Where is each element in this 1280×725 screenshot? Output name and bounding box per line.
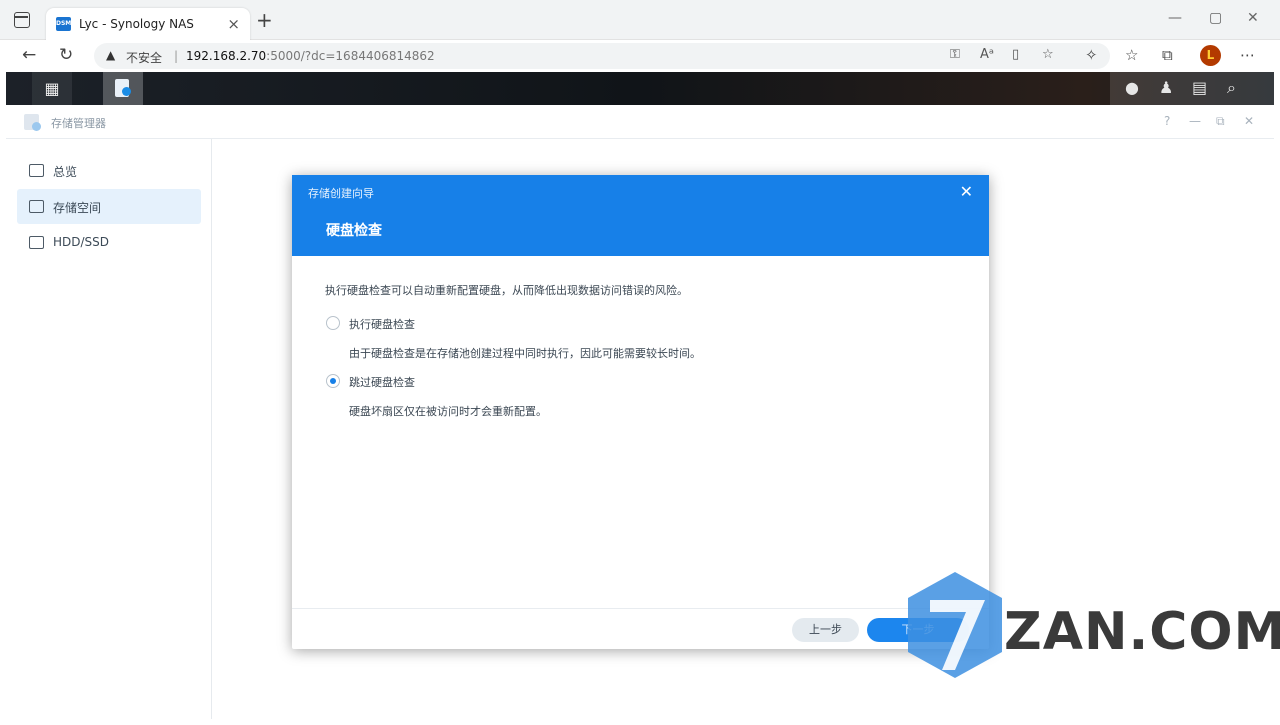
step-title: 硬盘检查: [326, 223, 382, 239]
wizard-title: 存储创建向导: [308, 187, 374, 200]
overview-icon: [29, 164, 44, 177]
url-path: :5000/?dc=1684406814862: [266, 49, 435, 63]
help-icon[interactable]: ?: [1164, 114, 1170, 128]
extensions-icon[interactable]: ✧: [1085, 46, 1098, 64]
browser-tabstrip: DSM Lyc - Synology NAS × + — ▢ ✕: [0, 0, 1280, 40]
address-separator: |: [174, 49, 179, 63]
read-aloud-icon[interactable]: Aᵃ: [980, 47, 994, 62]
url-text: 192.168.2.70:5000/?dc=1684406814862: [186, 49, 435, 63]
dialog-header: 存储创建向导 ✕ 硬盘检查: [292, 175, 989, 256]
reader-view-icon[interactable]: ▯: [1012, 47, 1019, 62]
profile-avatar[interactable]: L: [1200, 45, 1221, 66]
dsm-tray: ● ♟ ▤ ⌕: [1110, 72, 1274, 105]
watermark-text: ZAN.COM: [1004, 602, 1280, 662]
browser-tab[interactable]: DSM Lyc - Synology NAS ×: [46, 8, 250, 40]
collections-icon[interactable]: ⧉: [1162, 46, 1173, 64]
app-minimize-icon[interactable]: —: [1189, 114, 1201, 128]
previous-button[interactable]: 上一步: [792, 618, 859, 642]
tab-close-icon[interactable]: ×: [227, 15, 240, 33]
minimize-icon[interactable]: —: [1168, 10, 1182, 26]
tab-title: Lyc - Synology NAS: [79, 17, 194, 31]
sidebar-item-label: 总览: [53, 165, 78, 179]
main-menu-icon[interactable]: ▦: [32, 72, 72, 105]
tab-actions-icon[interactable]: [14, 12, 30, 28]
hdd-icon: [29, 236, 44, 249]
storage-wizard-dialog: 存储创建向导 ✕ 硬盘检查 执行硬盘检查可以自动重新配置硬盘，从而降低出现数据访…: [292, 175, 989, 649]
sidebar-item-storage[interactable]: 存储空间: [17, 189, 201, 224]
security-label: 不安全: [126, 51, 163, 65]
dsm-taskbar: ▦ ● ♟ ▤ ⌕: [6, 72, 1274, 105]
url-host: 192.168.2.70: [186, 49, 267, 63]
notification-icon[interactable]: ●: [1125, 78, 1139, 97]
refresh-icon[interactable]: ↻: [59, 45, 73, 65]
favorites-icon[interactable]: ☆: [1125, 46, 1138, 64]
sidebar-item-overview[interactable]: 总览: [17, 153, 201, 188]
step-description: 执行硬盘检查可以自动重新配置硬盘，从而降低出现数据访问错误的风险。: [325, 284, 688, 297]
watermark-logo-icon: [908, 572, 1002, 678]
favorite-add-icon[interactable]: ☆: [1042, 47, 1054, 62]
window-close-icon[interactable]: ✕: [1247, 10, 1259, 26]
storage-icon: [29, 200, 44, 213]
watermark: ZAN.COM: [900, 570, 1280, 680]
sidebar-item-label: HDD/SSD: [53, 235, 110, 249]
key-icon[interactable]: ⚿: [950, 47, 960, 62]
user-icon[interactable]: ♟: [1159, 78, 1173, 97]
dialog-footer-divider: [292, 608, 989, 609]
storage-manager-icon: [24, 114, 41, 131]
maximize-icon[interactable]: ▢: [1209, 10, 1222, 26]
sidebar-item-hdd-ssd[interactable]: HDD/SSD: [17, 225, 201, 260]
sidebar-item-label: 存储空间: [53, 201, 102, 215]
dialog-close-icon[interactable]: ✕: [960, 182, 973, 201]
app-close-icon[interactable]: ✕: [1244, 114, 1254, 128]
address-bar[interactable]: ▲ 不安全 | 192.168.2.70:5000/?dc=1684406814…: [94, 43, 1110, 69]
app-title: 存储管理器: [51, 117, 106, 130]
storage-manager-taskbar-icon[interactable]: [103, 72, 143, 105]
option-label-run-check[interactable]: 执行硬盘检查: [349, 316, 415, 332]
radio-run-check[interactable]: [326, 316, 340, 330]
option-note-run-check: 由于硬盘检查是在存储池创建过程中同时执行，因此可能需要较长时间。: [349, 347, 701, 360]
app-window-titlebar: 存储管理器 ? — ⧉ ✕: [6, 105, 1274, 139]
search-icon[interactable]: ⌕: [1227, 78, 1236, 98]
back-icon[interactable]: ←: [22, 45, 36, 65]
dsm-favicon-icon: DSM: [56, 17, 71, 31]
address-bar-row: ← ↻ ▲ 不安全 | 192.168.2.70:5000/?dc=168440…: [0, 40, 1280, 72]
sidebar: 总览 存储空间 HDD/SSD: [6, 139, 212, 719]
option-note-skip-check: 硬盘坏扇区仅在被访问时才会重新配置。: [349, 405, 547, 418]
more-menu-icon[interactable]: ⋯: [1240, 46, 1255, 64]
radio-skip-check[interactable]: [326, 374, 340, 388]
option-label-skip-check[interactable]: 跳过硬盘检查: [349, 374, 415, 390]
app-restore-icon[interactable]: ⧉: [1216, 114, 1225, 129]
new-tab-icon[interactable]: +: [256, 10, 273, 30]
warning-icon: ▲: [106, 48, 116, 62]
widgets-icon[interactable]: ▤: [1192, 78, 1207, 97]
